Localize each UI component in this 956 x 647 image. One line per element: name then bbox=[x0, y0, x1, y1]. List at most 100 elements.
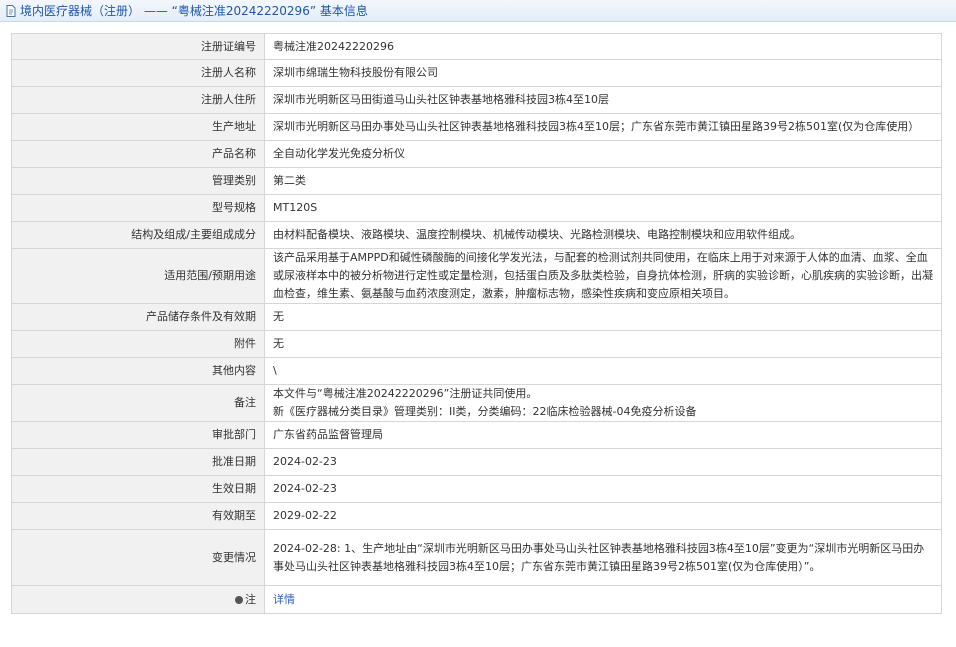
info-table-wrapper: 注册证编号 粤械注准20242220296 注册人名称 深圳市绵瑞生物科技股份有限公司… bbox=[11, 33, 942, 614]
field-value-text: 无 bbox=[273, 310, 284, 323]
field-value: 详情 bbox=[264, 585, 942, 614]
info-table: 注册证编号 粤械注准20242220296 注册人名称 深圳市绵瑞生物科技股份有限公司… bbox=[11, 33, 942, 614]
field-label: 产品名称 bbox=[11, 140, 265, 168]
field-value-text: 深圳市绵瑞生物科技股份有限公司 bbox=[273, 66, 438, 79]
field-value-text: 该产品采用基于AMPPD和碱性磷酸酶的间接化学发光法，与配套的检测试剂共同使用，… bbox=[273, 251, 933, 300]
field-label: 生产地址 bbox=[11, 113, 265, 141]
field-value: \ bbox=[264, 357, 942, 385]
pin-icon bbox=[235, 595, 243, 604]
field-label: 其他内容 bbox=[11, 357, 265, 385]
field-value: 第二类 bbox=[264, 167, 942, 195]
field-label-text: 型号规格 bbox=[212, 201, 256, 214]
table-row: 批准日期 2024-02-23 bbox=[11, 448, 942, 476]
field-label-text: 附件 bbox=[234, 337, 256, 350]
field-label: 备注 bbox=[11, 384, 265, 422]
field-value-text: 深圳市光明新区马田街道马山头社区钟表基地格雅科技园3栋4至10层 bbox=[273, 93, 609, 106]
field-value-line: 新《医疗器械分类目录》管理类别：II类，分类编码：22临床检验器械-04免疫分析… bbox=[273, 405, 697, 418]
field-value-text: 2024-02-23 bbox=[273, 455, 337, 468]
table-row: 注册人住所 深圳市光明新区马田街道马山头社区钟表基地格雅科技园3栋4至10层 bbox=[11, 86, 942, 114]
table-row: 生产地址 深圳市光明新区马田办事处马山头社区钟表基地格雅科技园3栋4至10层；广东… bbox=[11, 113, 942, 141]
field-label: 结构及组成/主要组成成分 bbox=[11, 221, 265, 249]
field-label: 有效期至 bbox=[11, 502, 265, 530]
field-label-text: 适用范围/预期用途 bbox=[164, 269, 256, 282]
field-label-text: 其他内容 bbox=[212, 364, 256, 377]
field-value-text: 深圳市光明新区马田办事处马山头社区钟表基地格雅科技园3栋4至10层；广东省东莞市… bbox=[273, 120, 920, 133]
table-row: 适用范围/预期用途 该产品采用基于AMPPD和碱性磷酸酶的间接化学发光法，与配套的… bbox=[11, 248, 942, 304]
field-value: 本文件与“粤械注准20242220296”注册证共同使用。新《医疗器械分类目录》… bbox=[264, 384, 942, 422]
table-row: 管理类别 第二类 bbox=[11, 167, 942, 195]
field-value: 广东省药品监督管理局 bbox=[264, 421, 942, 449]
field-label: 变更情况 bbox=[11, 529, 265, 586]
field-label-text: 变更情况 bbox=[212, 550, 256, 564]
field-label: 适用范围/预期用途 bbox=[11, 248, 265, 304]
field-value: 深圳市绵瑞生物科技股份有限公司 bbox=[264, 59, 942, 87]
field-value-text: MT120S bbox=[273, 201, 318, 214]
table-row: 注 详情 bbox=[11, 585, 942, 614]
field-label-text: 注册人名称 bbox=[201, 66, 256, 79]
table-row: 产品名称 全自动化学发光免疫分析仪 bbox=[11, 140, 942, 168]
field-label: 产品储存条件及有效期 bbox=[11, 303, 265, 331]
field-label: 附件 bbox=[11, 330, 265, 358]
field-label-text: 有效期至 bbox=[212, 509, 256, 522]
table-row: 审批部门 广东省药品监督管理局 bbox=[11, 421, 942, 449]
field-value-text: 全自动化学发光免疫分析仪 bbox=[273, 147, 405, 160]
field-value: 2024-02-23 bbox=[264, 475, 942, 503]
field-label-text: 产品名称 bbox=[212, 147, 256, 160]
field-value: MT120S bbox=[264, 194, 942, 222]
field-value-text: 2029-02-22 bbox=[273, 509, 337, 522]
field-label-text: 批准日期 bbox=[212, 455, 256, 468]
field-value: 2024-02-28: 1、生产地址由“深圳市光明新区马田办事处马山头社区钟表基… bbox=[264, 529, 942, 586]
table-row: 注册证编号 粤械注准20242220296 bbox=[11, 33, 942, 60]
table-row: 生效日期 2024-02-23 bbox=[11, 475, 942, 503]
field-label: 注 bbox=[11, 585, 265, 614]
field-value-line: 本文件与“粤械注准20242220296”注册证共同使用。 bbox=[273, 387, 538, 400]
field-value-text: 2024-02-28: 1、生产地址由“深圳市光明新区马田办事处马山头社区钟表基… bbox=[273, 541, 925, 573]
field-value-text: 无 bbox=[273, 337, 284, 350]
field-value-text: 第二类 bbox=[273, 174, 306, 187]
document-icon bbox=[6, 4, 16, 17]
details-link[interactable]: 详情 bbox=[273, 593, 295, 606]
table-row: 结构及组成/主要组成成分 由材料配备模块、液路模块、温度控制模块、机械传动模块、光… bbox=[11, 221, 942, 249]
field-label-text: 生效日期 bbox=[212, 482, 256, 495]
field-value: 无 bbox=[264, 330, 942, 358]
field-label: 管理类别 bbox=[11, 167, 265, 195]
field-label-text: 注 bbox=[245, 592, 256, 606]
table-row: 产品储存条件及有效期 无 bbox=[11, 303, 942, 331]
field-value: 该产品采用基于AMPPD和碱性磷酸酶的间接化学发光法，与配套的检测试剂共同使用，… bbox=[264, 248, 942, 304]
field-value-text: 由材料配备模块、液路模块、温度控制模块、机械传动模块、光路检测模块、电路控制模块… bbox=[273, 228, 801, 241]
field-value-text: \ bbox=[273, 364, 277, 377]
field-value: 深圳市光明新区马田办事处马山头社区钟表基地格雅科技园3栋4至10层；广东省东莞市… bbox=[264, 113, 942, 141]
field-label: 批准日期 bbox=[11, 448, 265, 476]
field-label: 型号规格 bbox=[11, 194, 265, 222]
field-label-text: 审批部门 bbox=[212, 428, 256, 441]
field-value: 2024-02-23 bbox=[264, 448, 942, 476]
page-title: 境内医疗器械（注册） —— “粤械注准20242220296” 基本信息 bbox=[20, 4, 368, 18]
field-value: 全自动化学发光免疫分析仪 bbox=[264, 140, 942, 168]
table-row: 变更情况 2024-02-28: 1、生产地址由“深圳市光明新区马田办事处马山头社… bbox=[11, 529, 942, 586]
field-value: 深圳市光明新区马田街道马山头社区钟表基地格雅科技园3栋4至10层 bbox=[264, 86, 942, 114]
field-label-text: 产品储存条件及有效期 bbox=[146, 310, 256, 323]
field-label-text: 注册人住所 bbox=[201, 93, 256, 106]
field-label: 生效日期 bbox=[11, 475, 265, 503]
table-row: 其他内容 \ bbox=[11, 357, 942, 385]
field-value-text: 粤械注准20242220296 bbox=[273, 39, 394, 53]
field-label-text: 生产地址 bbox=[212, 120, 256, 133]
field-value: 2029-02-22 bbox=[264, 502, 942, 530]
field-value: 粤械注准20242220296 bbox=[264, 33, 942, 60]
field-value: 由材料配备模块、液路模块、温度控制模块、机械传动模块、光路检测模块、电路控制模块… bbox=[264, 221, 942, 249]
table-row: 备注 本文件与“粤械注准20242220296”注册证共同使用。 新《医疗器械分类目… bbox=[11, 384, 942, 422]
field-label: 审批部门 bbox=[11, 421, 265, 449]
field-label: 注册证编号 bbox=[11, 33, 265, 60]
field-label-text: 结构及组成/主要组成成分 bbox=[131, 228, 256, 241]
table-row: 型号规格 MT120S bbox=[11, 194, 942, 222]
field-label-text: 备注 bbox=[234, 396, 256, 409]
page-header: 境内医疗器械（注册） —— “粤械注准20242220296” 基本信息 bbox=[0, 0, 956, 22]
field-label: 注册人名称 bbox=[11, 59, 265, 87]
field-label: 注册人住所 bbox=[11, 86, 265, 114]
field-value-text: 2024-02-23 bbox=[273, 482, 337, 495]
field-value: 无 bbox=[264, 303, 942, 331]
field-value-text: 广东省药品监督管理局 bbox=[273, 428, 383, 441]
field-label-text: 注册证编号 bbox=[201, 39, 256, 53]
field-label-text: 管理类别 bbox=[212, 174, 256, 187]
table-row: 有效期至 2029-02-22 bbox=[11, 502, 942, 530]
